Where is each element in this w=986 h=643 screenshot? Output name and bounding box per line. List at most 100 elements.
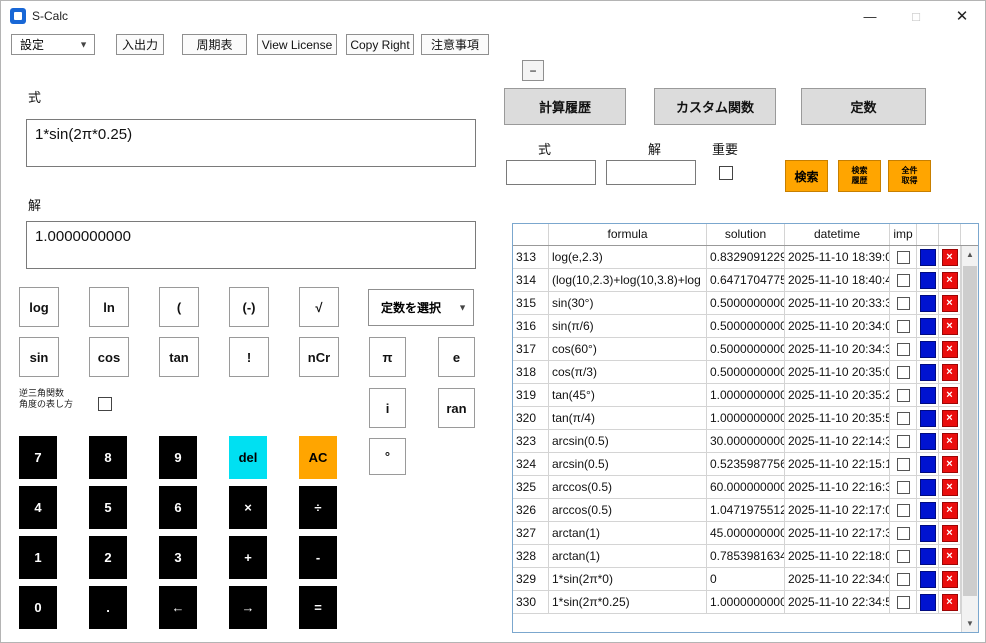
row-delete-button[interactable]: × — [942, 479, 958, 496]
ln-button[interactable]: ln — [89, 287, 129, 327]
pi-button[interactable]: π — [369, 337, 406, 377]
row-action-button[interactable] — [920, 272, 936, 289]
key-←[interactable]: ← — [159, 586, 197, 629]
key-→[interactable]: → — [229, 586, 267, 629]
fetch-all-button[interactable]: 全件 取得 — [888, 160, 931, 192]
maximize-button[interactable]: □ — [893, 1, 939, 31]
search-solution-input[interactable] — [606, 160, 696, 185]
key-9[interactable]: 9 — [159, 436, 197, 479]
imp-checkbox[interactable] — [897, 251, 910, 264]
imp-checkbox[interactable] — [897, 596, 910, 609]
key-8[interactable]: 8 — [89, 436, 127, 479]
row-delete-button[interactable]: × — [942, 571, 958, 588]
solution-input[interactable]: 1.0000000000 — [26, 221, 476, 269]
settings-dropdown[interactable]: 設定 ▼ — [11, 34, 95, 55]
search-formula-input[interactable] — [506, 160, 596, 185]
imp-checkbox[interactable] — [897, 274, 910, 287]
key-AC[interactable]: AC — [299, 436, 337, 479]
search-button[interactable]: 検索 — [785, 160, 828, 192]
row-delete-button[interactable]: × — [942, 295, 958, 312]
row-action-button[interactable] — [920, 341, 936, 358]
key-×[interactable]: × — [229, 486, 267, 529]
close-button[interactable]: ✕ — [939, 1, 985, 31]
key--[interactable]: - — [299, 536, 337, 579]
row-delete-button[interactable]: × — [942, 387, 958, 404]
row-action-button[interactable] — [920, 479, 936, 496]
sqrt-button[interactable]: √ — [299, 287, 339, 327]
row-delete-button[interactable]: × — [942, 433, 958, 450]
notes-button[interactable]: 注意事項 — [421, 34, 489, 55]
row-delete-button[interactable]: × — [942, 548, 958, 565]
row-delete-button[interactable]: × — [942, 249, 958, 266]
row-delete-button[interactable]: × — [942, 272, 958, 289]
periodic-table-button[interactable]: 周期表 — [182, 34, 247, 55]
row-action-button[interactable] — [920, 525, 936, 542]
imaginary-button[interactable]: i — [369, 388, 406, 428]
search-history-button[interactable]: 検索 履歴 — [838, 160, 881, 192]
imp-checkbox[interactable] — [897, 550, 910, 563]
key-5[interactable]: 5 — [89, 486, 127, 529]
custom-function-button[interactable]: カスタム関数 — [654, 88, 776, 125]
row-action-button[interactable] — [920, 548, 936, 565]
row-action-button[interactable] — [920, 594, 936, 611]
row-action-button[interactable] — [920, 410, 936, 427]
imp-checkbox[interactable] — [897, 366, 910, 379]
key-÷[interactable]: ÷ — [299, 486, 337, 529]
tan-button[interactable]: tan — [159, 337, 199, 377]
row-action-button[interactable] — [920, 249, 936, 266]
row-delete-button[interactable]: × — [942, 502, 958, 519]
negate-button[interactable]: (-) — [229, 287, 269, 327]
ncr-button[interactable]: nCr — [299, 337, 339, 377]
constant-select-dropdown[interactable]: 定数を選択 ▼ — [368, 289, 474, 326]
imp-checkbox[interactable] — [897, 458, 910, 471]
copyright-button[interactable]: Copy Right — [346, 34, 414, 55]
imp-checkbox[interactable] — [897, 504, 910, 517]
imp-checkbox[interactable] — [897, 481, 910, 494]
sin-button[interactable]: sin — [19, 337, 59, 377]
key-2[interactable]: 2 — [89, 536, 127, 579]
collapse-panel-button[interactable]: − — [522, 60, 544, 81]
formula-input[interactable]: 1*sin(2π*0.25) — [26, 119, 476, 167]
key-3[interactable]: 3 — [159, 536, 197, 579]
row-action-button[interactable] — [920, 502, 936, 519]
imp-checkbox[interactable] — [897, 320, 910, 333]
constants-button[interactable]: 定数 — [801, 88, 926, 125]
log-button[interactable]: log — [19, 287, 59, 327]
key-1[interactable]: 1 — [19, 536, 57, 579]
calc-history-button[interactable]: 計算履歴 — [504, 88, 626, 125]
scrollbar-thumb[interactable] — [963, 266, 977, 596]
random-button[interactable]: ran — [438, 388, 475, 428]
row-delete-button[interactable]: × — [942, 456, 958, 473]
row-action-button[interactable] — [920, 295, 936, 312]
row-delete-button[interactable]: × — [942, 410, 958, 427]
row-delete-button[interactable]: × — [942, 341, 958, 358]
io-button[interactable]: 入出力 — [116, 34, 164, 55]
scroll-up-icon[interactable]: ▲ — [962, 246, 978, 263]
row-delete-button[interactable]: × — [942, 364, 958, 381]
row-action-button[interactable] — [920, 387, 936, 404]
imp-checkbox[interactable] — [897, 527, 910, 540]
key-=[interactable]: = — [299, 586, 337, 629]
row-action-button[interactable] — [920, 456, 936, 473]
key-4[interactable]: 4 — [19, 486, 57, 529]
row-delete-button[interactable]: × — [942, 318, 958, 335]
degree-button[interactable]: ° — [369, 438, 406, 475]
scroll-down-icon[interactable]: ▼ — [962, 615, 978, 632]
imp-checkbox[interactable] — [897, 297, 910, 310]
imp-checkbox[interactable] — [897, 412, 910, 425]
cos-button[interactable]: cos — [89, 337, 129, 377]
paren-button[interactable]: ( — [159, 287, 199, 327]
imp-checkbox[interactable] — [897, 573, 910, 586]
factorial-button[interactable]: ! — [229, 337, 269, 377]
row-action-button[interactable] — [920, 318, 936, 335]
key-+[interactable]: + — [229, 536, 267, 579]
grid-vertical-scrollbar[interactable]: ▲ ▼ — [961, 246, 978, 632]
view-license-button[interactable]: View License — [257, 34, 337, 55]
imp-checkbox[interactable] — [897, 343, 910, 356]
row-action-button[interactable] — [920, 364, 936, 381]
key-7[interactable]: 7 — [19, 436, 57, 479]
row-delete-button[interactable]: × — [942, 525, 958, 542]
inverse-trig-checkbox[interactable] — [98, 397, 112, 411]
key-del[interactable]: del — [229, 436, 267, 479]
e-button[interactable]: e — [438, 337, 475, 377]
